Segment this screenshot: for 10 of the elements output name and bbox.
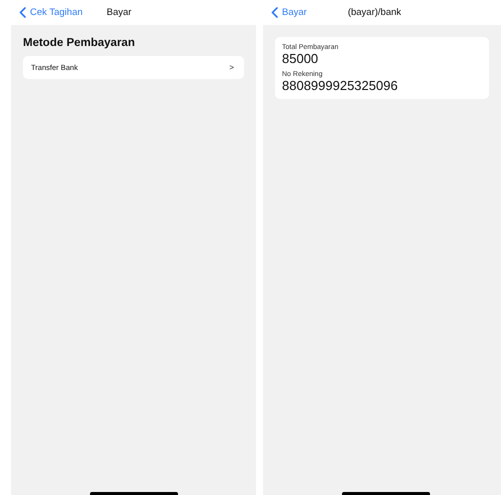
field-value: 8808999925325096 [282,78,399,93]
back-link[interactable]: Bayar [271,7,307,18]
nav-title: Bayar [106,7,132,18]
section-heading: Metode Pembayaran [23,37,136,49]
chevron-icon: > [229,63,234,72]
field-value: 85000 [282,51,320,66]
back-link[interactable]: Cek Tagihan [19,7,83,18]
nav-title: (bayar)/bank [348,7,402,18]
back-chevron-icon [19,7,26,18]
back-chevron-icon [271,7,278,18]
